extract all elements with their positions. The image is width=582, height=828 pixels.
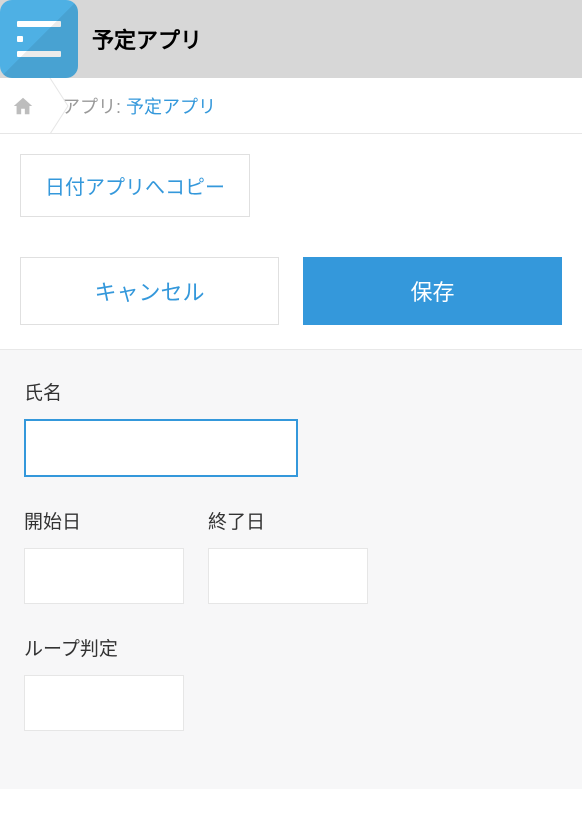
date-fields-row: 開始日 終了日 bbox=[24, 507, 558, 604]
app-icon bbox=[0, 0, 78, 78]
toolbar: 日付アプリへコピー bbox=[0, 134, 582, 237]
app-header: 予定アプリ bbox=[0, 0, 582, 78]
name-input[interactable] bbox=[24, 419, 298, 477]
breadcrumb: アプリ: 予定アプリ bbox=[0, 78, 582, 134]
action-buttons: キャンセル 保存 bbox=[0, 237, 582, 349]
field-end-date: 終了日 bbox=[208, 507, 368, 604]
end-date-input[interactable] bbox=[208, 548, 368, 604]
home-icon[interactable] bbox=[12, 95, 34, 117]
list-icon bbox=[17, 21, 61, 57]
cancel-button[interactable]: キャンセル bbox=[20, 257, 279, 325]
name-label: 氏名 bbox=[24, 378, 558, 405]
breadcrumb-text: アプリ: 予定アプリ bbox=[62, 93, 216, 119]
field-start-date: 開始日 bbox=[24, 507, 184, 604]
breadcrumb-app-link[interactable]: 予定アプリ bbox=[126, 97, 216, 117]
end-date-label: 終了日 bbox=[208, 507, 368, 534]
start-date-label: 開始日 bbox=[24, 507, 184, 534]
form-area: 氏名 開始日 終了日 ループ判定 bbox=[0, 349, 582, 789]
loop-check-input[interactable] bbox=[24, 675, 184, 731]
start-date-input[interactable] bbox=[24, 548, 184, 604]
app-title: 予定アプリ bbox=[92, 23, 202, 55]
field-name: 氏名 bbox=[24, 378, 558, 477]
save-button[interactable]: 保存 bbox=[303, 257, 562, 325]
loop-check-label: ループ判定 bbox=[24, 634, 558, 661]
breadcrumb-prefix: アプリ: bbox=[62, 97, 126, 117]
copy-to-date-app-button[interactable]: 日付アプリへコピー bbox=[20, 154, 250, 217]
field-loop-check: ループ判定 bbox=[24, 634, 558, 731]
